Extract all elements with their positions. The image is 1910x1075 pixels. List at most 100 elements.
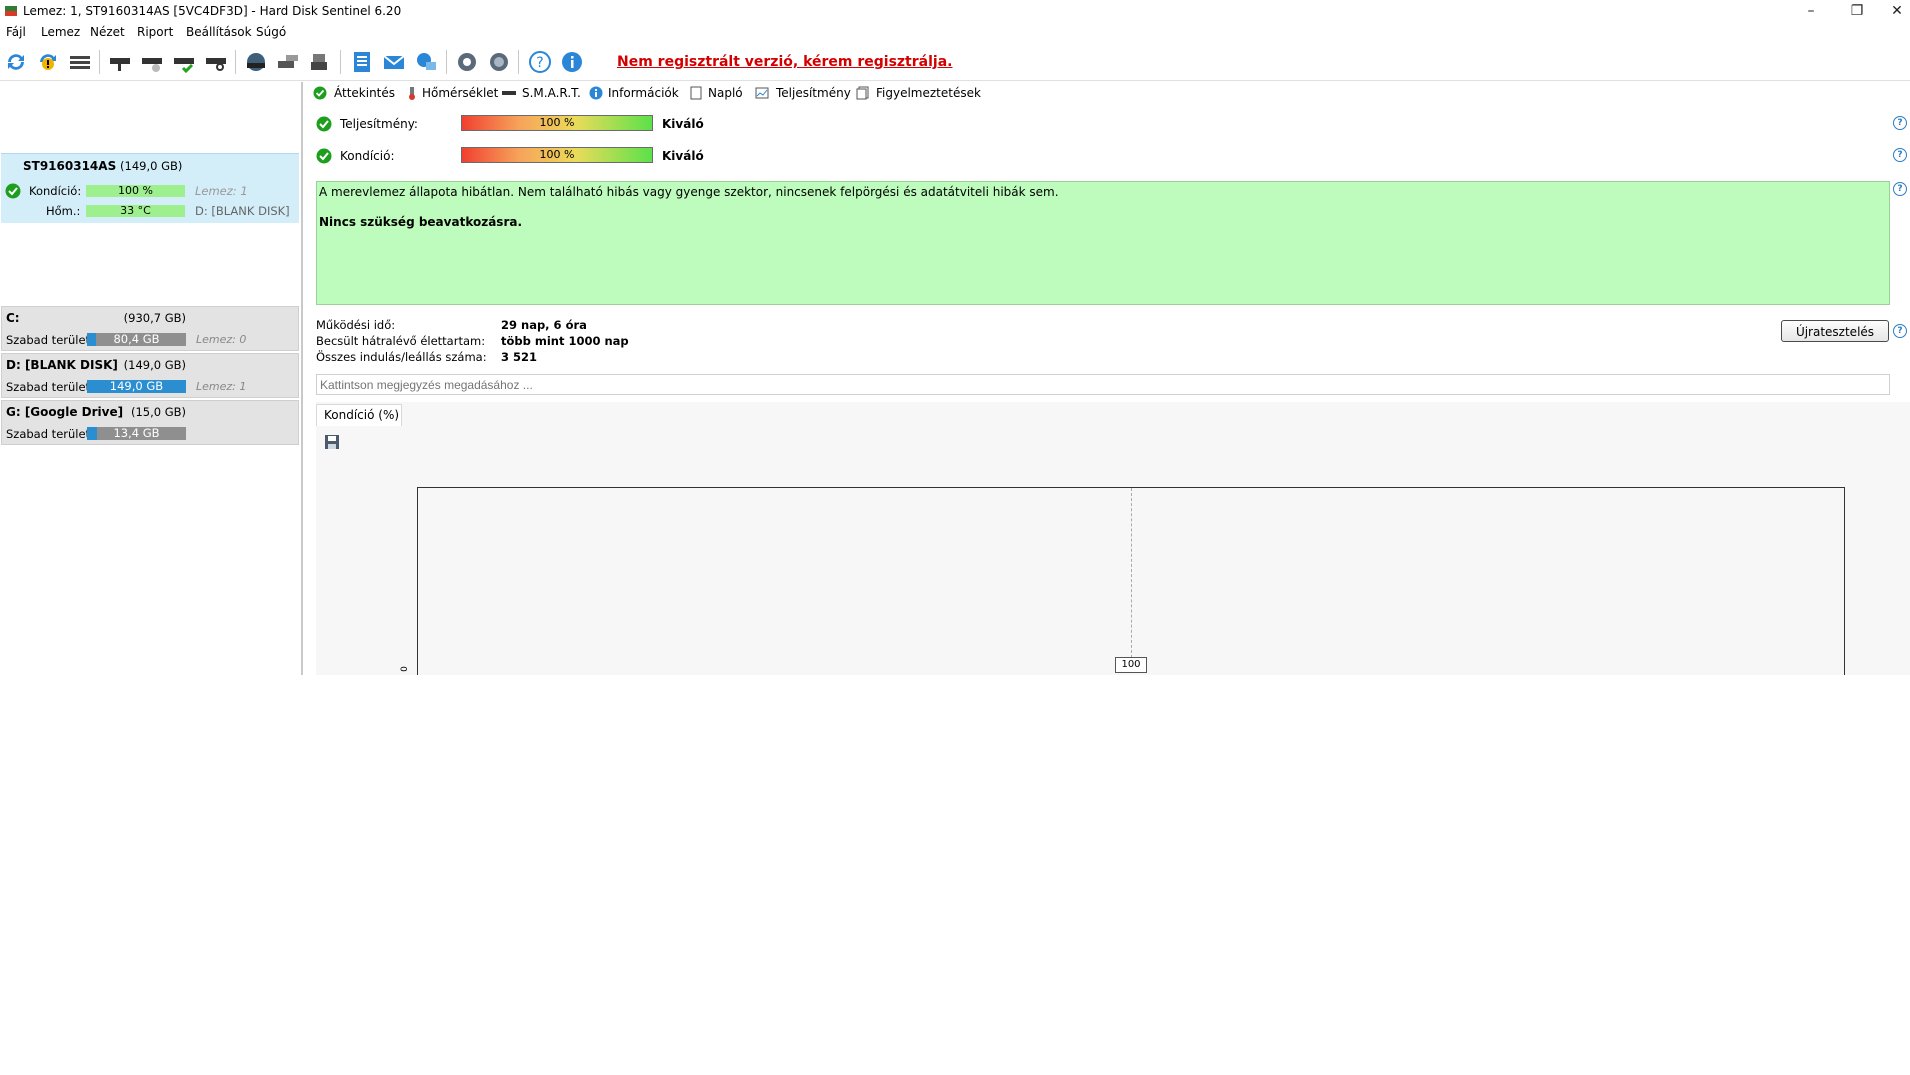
performance-help-icon[interactable]: ? bbox=[1893, 116, 1907, 130]
disk-temp-value: 33 °C bbox=[120, 204, 151, 217]
volume-free-bar: 13,4 GB bbox=[87, 427, 186, 440]
performance-ok-icon bbox=[316, 116, 332, 132]
startstop-value: 3 521 bbox=[501, 350, 538, 364]
tab-smart[interactable]: S.M.A.R.T. bbox=[522, 86, 581, 100]
disk-clock-icon[interactable] bbox=[140, 50, 164, 74]
info-tab-icon bbox=[589, 86, 603, 100]
volume-g[interactable]: G: [Google Drive] (15,0 GB) Szabad terül… bbox=[1, 400, 299, 445]
disk-size: (149,0 GB) bbox=[120, 159, 183, 173]
status-text: A merevlemez állapota hibátlan. Nem talá… bbox=[319, 185, 1059, 199]
status-help-icon[interactable]: ? bbox=[1893, 182, 1907, 196]
menu-help[interactable]: Súgó bbox=[256, 25, 286, 39]
note-input[interactable] bbox=[316, 374, 1890, 395]
overview-check-icon bbox=[313, 86, 327, 100]
volume-name: D: [BLANK DISK] bbox=[6, 358, 118, 372]
volume-free-value: 80,4 GB bbox=[113, 332, 160, 346]
tab-alerts[interactable]: Figyelmeztetések bbox=[876, 86, 981, 100]
menu-view[interactable]: Nézet bbox=[90, 25, 125, 39]
close-button[interactable]: ✕ bbox=[1882, 2, 1910, 20]
volume-free-value: 13,4 GB bbox=[113, 426, 160, 440]
email-icon[interactable] bbox=[382, 50, 406, 74]
advanced-settings-icon[interactable] bbox=[487, 50, 511, 74]
menu-disk[interactable]: Lemez bbox=[41, 25, 80, 39]
volume-free-value: 149,0 GB bbox=[109, 379, 164, 393]
retest-help-icon[interactable]: ? bbox=[1893, 324, 1907, 338]
smart-disk-icon bbox=[502, 91, 516, 95]
disk-title: ST9160314AS (149,0 GB) bbox=[23, 159, 182, 173]
retest-button[interactable]: Újratesztelés bbox=[1781, 320, 1889, 342]
toolbar-separator bbox=[340, 50, 341, 74]
toolbar-separator bbox=[446, 50, 447, 74]
performance-value: 100 % bbox=[539, 116, 575, 129]
save-graph-icon[interactable] bbox=[324, 434, 340, 450]
volume-free-label: Szabad terület bbox=[6, 333, 91, 347]
disk-backup-icon[interactable] bbox=[276, 50, 300, 74]
disk-condition-label: Kondíció: bbox=[29, 184, 82, 198]
tab-performance[interactable]: Teljesítmény bbox=[776, 86, 851, 100]
volume-size: (15,0 GB) bbox=[130, 405, 186, 419]
disk-model: ST9160314AS bbox=[23, 159, 117, 173]
lifetime-value: több mint 1000 nap bbox=[501, 334, 629, 348]
disk-surface-test-icon[interactable] bbox=[108, 50, 132, 74]
volume-free-label: Szabad terület bbox=[6, 427, 91, 441]
condition-bar: 100 % bbox=[461, 147, 653, 163]
settings-gear-icon[interactable] bbox=[455, 50, 479, 74]
disk-stack-icon[interactable] bbox=[308, 50, 332, 74]
disk-drive-ref: D: [BLANK DISK] bbox=[195, 204, 290, 218]
refresh-warning-icon[interactable] bbox=[36, 50, 60, 74]
menu-file[interactable]: Fájl bbox=[6, 25, 26, 39]
performance-label: Teljesítmény: bbox=[340, 117, 418, 131]
performance-bar: 100 % bbox=[461, 115, 653, 131]
disk-temp-bar: 33 °C bbox=[86, 205, 185, 217]
condition-label: Kondíció: bbox=[340, 149, 395, 163]
globe-disk-icon[interactable] bbox=[244, 50, 268, 74]
web-report-icon[interactable] bbox=[414, 50, 438, 74]
main-tabs: Áttekintés Hőmérséklet S.M.A.R.T. Inform… bbox=[310, 82, 1910, 104]
plot-y-tick: 0 bbox=[399, 666, 410, 672]
volume-free-bar: 80,4 GB bbox=[87, 333, 186, 346]
disk-temp-label: Hőm.: bbox=[46, 204, 81, 218]
condition-ok-icon bbox=[316, 148, 332, 164]
disk-search-icon[interactable] bbox=[204, 50, 228, 74]
graph-tab-condition[interactable]: Kondíció (%) bbox=[316, 404, 402, 426]
thermometer-icon bbox=[409, 87, 415, 100]
disk-check-icon[interactable] bbox=[172, 50, 196, 74]
tab-overview[interactable]: Áttekintés bbox=[334, 86, 395, 100]
startstop-label: Összes indulás/leállás száma: bbox=[316, 350, 487, 364]
condition-rating: Kiváló bbox=[662, 149, 704, 163]
uptime-value: 29 nap, 6 óra bbox=[501, 318, 587, 332]
volume-free-bar: 149,0 GB bbox=[87, 380, 186, 393]
condition-value: 100 % bbox=[539, 148, 575, 161]
menu-settings[interactable]: Beállítások bbox=[186, 25, 252, 39]
log-page-icon bbox=[690, 86, 702, 100]
tab-temperature[interactable]: Hőmérséklet bbox=[422, 86, 498, 100]
volume-size: (149,0 GB) bbox=[123, 358, 186, 372]
tab-information[interactable]: Információk bbox=[608, 86, 679, 100]
lifetime-label: Becsült hátralévő élettartam: bbox=[316, 334, 486, 348]
condition-help-icon[interactable]: ? bbox=[1893, 148, 1907, 162]
registration-link[interactable]: Nem regisztrált verzió, kérem regisztrál… bbox=[617, 54, 952, 70]
minimize-button[interactable]: – bbox=[1796, 2, 1826, 20]
toolbar-separator bbox=[99, 50, 100, 74]
info-icon[interactable] bbox=[560, 50, 584, 74]
status-action-text: Nincs szükség beavatkozásra. bbox=[319, 215, 523, 229]
report-icon[interactable] bbox=[350, 50, 374, 74]
toolbar-separator bbox=[518, 50, 519, 74]
title-bar: Lemez: 1, ST9160314AS [5VC4DF3D] - Hard … bbox=[0, 0, 1910, 22]
volume-c[interactable]: C: (930,7 GB) Szabad terület 80,4 GB Lem… bbox=[1, 306, 299, 351]
volume-disk-ref: Lemez: 1 bbox=[196, 380, 247, 393]
menu-report[interactable]: Riport bbox=[137, 25, 173, 39]
plot-point-label: 100 bbox=[1115, 657, 1147, 673]
performance-rating: Kiváló bbox=[662, 117, 704, 131]
refresh-icon[interactable] bbox=[4, 50, 28, 74]
disk-list-icon[interactable] bbox=[68, 50, 92, 74]
disk-card-selected[interactable]: ST9160314AS (149,0 GB) Kondíció: 100 % L… bbox=[1, 153, 299, 223]
tab-log[interactable]: Napló bbox=[708, 86, 743, 100]
maximize-button[interactable]: ❐ bbox=[1842, 2, 1872, 20]
volume-name: G: [Google Drive] bbox=[6, 405, 124, 419]
volume-d[interactable]: D: [BLANK DISK] (149,0 GB) Szabad terüle… bbox=[1, 353, 299, 398]
status-ok-icon bbox=[5, 183, 21, 199]
plot-guide-line bbox=[1131, 488, 1132, 658]
help-icon[interactable]: ? bbox=[528, 50, 552, 74]
menu-bar: Fájl Lemez Nézet Riport Beállítások Súgó bbox=[0, 22, 1910, 42]
